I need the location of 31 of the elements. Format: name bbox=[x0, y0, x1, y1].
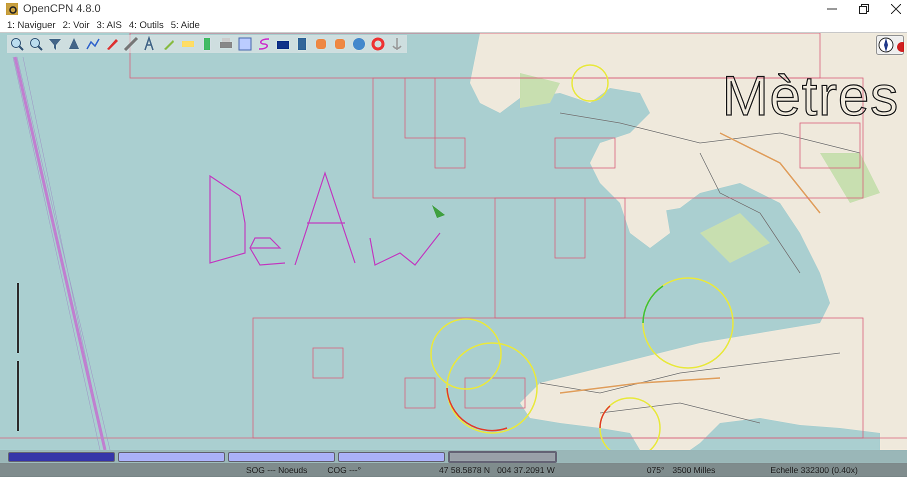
compass-icon[interactable] bbox=[876, 35, 904, 55]
scale-readout: Echelle 332300 (0.40x) bbox=[770, 465, 858, 475]
distance-readout: 3500 Milles bbox=[672, 465, 716, 475]
overlay-text: Mètres bbox=[722, 63, 900, 128]
restore-icon[interactable] bbox=[859, 4, 869, 14]
chart-key[interactable] bbox=[448, 450, 557, 462]
window-title: OpenCPN 4.8.0 bbox=[23, 3, 101, 15]
chart-key[interactable] bbox=[338, 452, 445, 462]
lifebuoy-icon[interactable] bbox=[370, 36, 386, 52]
menu-item[interactable]: 2: Voir bbox=[62, 20, 90, 30]
zoom-out-icon[interactable] bbox=[28, 36, 44, 52]
zoom-in-icon[interactable] bbox=[9, 36, 25, 52]
sog-readout: SOG --- Noeuds bbox=[246, 465, 308, 475]
ship-icon[interactable] bbox=[432, 205, 445, 218]
funnel-icon[interactable] bbox=[47, 36, 63, 52]
menu-item[interactable]: 5: Aide bbox=[170, 20, 200, 30]
ruler-icon[interactable] bbox=[123, 36, 139, 52]
cog-readout: COG ---° bbox=[327, 465, 362, 475]
menu-item[interactable]: 1: Naviguer bbox=[7, 20, 56, 30]
bearing-readout: 075° bbox=[646, 465, 664, 475]
route-drawing[interactable] bbox=[209, 171, 440, 266]
close-icon[interactable] bbox=[891, 4, 901, 14]
cone-icon[interactable] bbox=[66, 36, 82, 52]
chart-key[interactable] bbox=[8, 452, 115, 462]
app-icon bbox=[6, 3, 18, 15]
menu-item[interactable]: 3: AIS bbox=[96, 20, 122, 30]
menu-item[interactable]: 4: Outils bbox=[128, 20, 164, 30]
route-icon[interactable] bbox=[85, 36, 101, 52]
chart-key[interactable] bbox=[118, 452, 225, 462]
chart-key[interactable] bbox=[228, 452, 335, 462]
position-readout: 47 58.5878 N 004 37.2091 W bbox=[439, 465, 555, 475]
